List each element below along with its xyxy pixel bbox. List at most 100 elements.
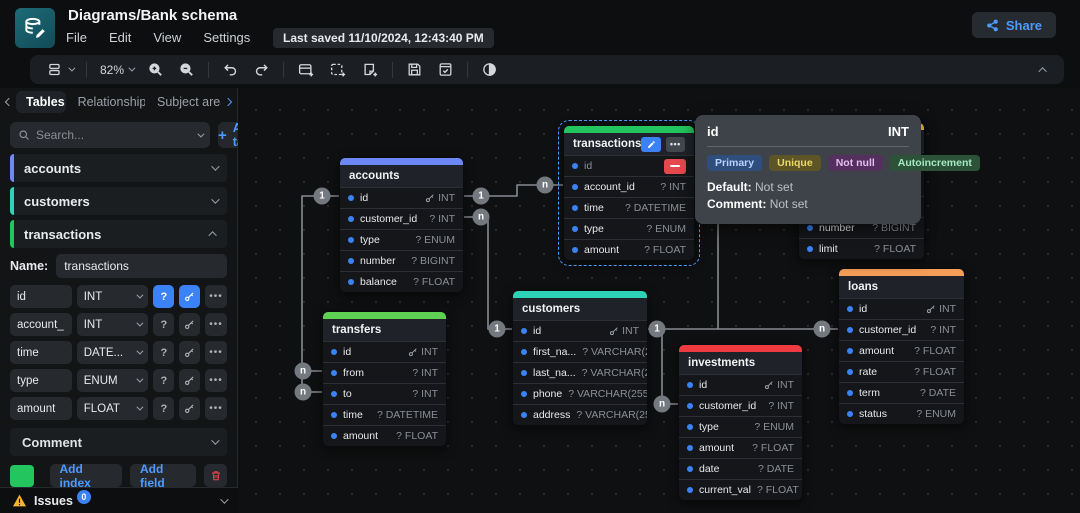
add-area-tool-button[interactable] bbox=[322, 58, 354, 82]
table-field-row[interactable]: idINT bbox=[340, 187, 463, 208]
table-field-row[interactable]: from? INT bbox=[323, 362, 446, 383]
primary-key-toggle[interactable] bbox=[179, 369, 200, 392]
table-field-row[interactable]: time? DATETIME bbox=[323, 404, 446, 425]
issues-bar[interactable]: Issues 0 bbox=[0, 487, 238, 513]
comment-section[interactable]: Comment bbox=[10, 428, 227, 456]
primary-key-toggle[interactable] bbox=[179, 341, 200, 364]
share-button[interactable]: Share bbox=[972, 12, 1056, 38]
field-name-input[interactable]: account_ bbox=[10, 313, 72, 336]
nullable-toggle[interactable]: ? bbox=[153, 369, 174, 392]
app-logo[interactable] bbox=[15, 8, 55, 48]
zoom-in-button[interactable] bbox=[140, 58, 171, 82]
diagram-list-button[interactable] bbox=[40, 58, 80, 82]
undo-button[interactable] bbox=[215, 58, 246, 82]
sidebar-item-accounts[interactable]: accounts bbox=[10, 154, 227, 182]
canvas-table-transfers[interactable]: transfersidINTfrom? INTto? INTtime? DATE… bbox=[322, 311, 447, 447]
table-field-row[interactable]: type? ENUM bbox=[564, 218, 694, 239]
table-field-row[interactable]: to? INT bbox=[323, 383, 446, 404]
menu-item-view[interactable]: View bbox=[153, 30, 181, 45]
nullable-toggle[interactable]: ? bbox=[153, 313, 174, 336]
add-field-button[interactable]: Add field bbox=[130, 464, 196, 487]
add-table-tool-button[interactable] bbox=[290, 58, 322, 82]
table-field-row[interactable]: term? DATE bbox=[839, 382, 964, 403]
search-box[interactable] bbox=[10, 122, 210, 148]
field-name-input[interactable]: time bbox=[10, 341, 72, 364]
delete-field-button[interactable] bbox=[664, 159, 686, 174]
menu-item-edit[interactable]: Edit bbox=[109, 30, 131, 45]
zoom-out-button[interactable] bbox=[171, 58, 202, 82]
chevron-left-icon[interactable] bbox=[5, 98, 13, 106]
table-field-row[interactable]: amount? FLOAT bbox=[564, 239, 694, 260]
zoom-level-button[interactable]: 82% bbox=[93, 58, 140, 82]
todo-list-button[interactable] bbox=[430, 58, 461, 82]
table-field-row[interactable]: amount? FLOAT bbox=[679, 437, 802, 458]
table-field-row[interactable]: idINT bbox=[679, 374, 802, 395]
canvas-table-loans[interactable]: loansidINTcustomer_id? INTamount? FLOATr… bbox=[838, 268, 965, 425]
relationship-line[interactable] bbox=[464, 217, 512, 329]
table-field-row[interactable]: type? ENUM bbox=[679, 416, 802, 437]
table-field-row[interactable]: limit? FLOAT bbox=[799, 238, 924, 259]
relationship-line[interactable] bbox=[662, 329, 678, 404]
table-field-row[interactable]: balance? FLOAT bbox=[340, 271, 463, 292]
menu-item-settings[interactable]: Settings bbox=[203, 30, 250, 45]
field-type-select[interactable]: INT bbox=[77, 313, 149, 336]
table-field-row[interactable]: address? VARCHAR(255) bbox=[513, 404, 647, 425]
field-name-input[interactable]: amount bbox=[10, 397, 72, 420]
tab-tables[interactable]: Tables bbox=[16, 91, 66, 113]
tab-relationships[interactable]: Relationships bbox=[68, 91, 145, 113]
primary-key-toggle[interactable] bbox=[179, 397, 200, 420]
table-color-swatch[interactable] bbox=[10, 465, 34, 487]
field-more-button[interactable]: ••• bbox=[205, 397, 227, 420]
table-field-row[interactable]: amount? FLOAT bbox=[839, 340, 964, 361]
table-field-row[interactable]: customer_id? INT bbox=[839, 319, 964, 340]
field-name-input[interactable]: type bbox=[10, 369, 72, 392]
search-input[interactable] bbox=[36, 128, 191, 142]
menu-item-file[interactable]: File bbox=[66, 30, 87, 45]
edit-table-button[interactable] bbox=[641, 137, 660, 152]
field-more-button[interactable]: ••• bbox=[205, 285, 227, 308]
field-type-select[interactable]: INT bbox=[77, 285, 149, 308]
sidebar-item-customers[interactable]: customers bbox=[10, 187, 227, 215]
table-field-row[interactable]: status? ENUM bbox=[839, 403, 964, 424]
field-more-button[interactable]: ••• bbox=[205, 313, 227, 336]
canvas-table-transactions[interactable]: transactions•••idaccount_id? INTtime? DA… bbox=[563, 125, 695, 261]
redo-button[interactable] bbox=[246, 58, 277, 82]
table-field-row[interactable]: customer_id? INT bbox=[679, 395, 802, 416]
table-field-row[interactable]: first_na...? VARCHAR(255) bbox=[513, 341, 647, 362]
primary-key-toggle[interactable] bbox=[179, 285, 200, 308]
add-note-tool-button[interactable] bbox=[354, 58, 386, 82]
tab-subject-areas[interactable]: Subject areas bbox=[147, 91, 221, 113]
collapse-toolbar-button[interactable] bbox=[1034, 58, 1054, 82]
table-name-input[interactable] bbox=[56, 254, 227, 278]
table-field-row[interactable]: idINT bbox=[513, 320, 647, 341]
theme-toggle-button[interactable] bbox=[474, 58, 505, 82]
table-field-row[interactable]: amount? FLOAT bbox=[323, 425, 446, 446]
table-field-row[interactable]: rate? FLOAT bbox=[839, 361, 964, 382]
table-field-row[interactable]: type? ENUM bbox=[340, 229, 463, 250]
save-button[interactable] bbox=[399, 58, 430, 82]
field-more-button[interactable]: ••• bbox=[205, 369, 227, 392]
table-field-row[interactable]: time? DATETIME bbox=[564, 197, 694, 218]
table-field-row[interactable]: id bbox=[564, 155, 694, 176]
canvas-table-customers[interactable]: customersidINTfirst_na...? VARCHAR(255)l… bbox=[512, 290, 648, 426]
table-field-row[interactable]: phone? VARCHAR(255) bbox=[513, 383, 647, 404]
table-field-row[interactable]: date? DATE bbox=[679, 458, 802, 479]
chevron-right-icon[interactable] bbox=[224, 98, 232, 106]
table-field-row[interactable]: last_na...? VARCHAR(255) bbox=[513, 362, 647, 383]
sidebar-item-transactions[interactable]: transactions bbox=[10, 220, 227, 248]
canvas-table-accounts[interactable]: accountsidINTcustomer_id? INTtype? ENUMn… bbox=[339, 157, 464, 293]
diagram-canvas[interactable]: accountsidINTcustomer_id? INTtype? ENUMn… bbox=[238, 88, 1080, 513]
nullable-toggle[interactable]: ? bbox=[153, 397, 174, 420]
field-more-button[interactable]: ••• bbox=[205, 341, 227, 364]
canvas-table-investments[interactable]: investmentsidINTcustomer_id? INTtype? EN… bbox=[678, 344, 803, 501]
table-field-row[interactable]: customer_id? INT bbox=[340, 208, 463, 229]
table-field-row[interactable]: current_val? FLOAT bbox=[679, 479, 802, 500]
table-field-row[interactable]: account_id? INT bbox=[564, 176, 694, 197]
add-index-button[interactable]: Add index bbox=[50, 464, 122, 487]
table-field-row[interactable]: number? BIGINT bbox=[340, 250, 463, 271]
field-type-select[interactable]: ENUM bbox=[77, 369, 149, 392]
nullable-toggle[interactable]: ? bbox=[153, 341, 174, 364]
table-field-row[interactable]: idINT bbox=[323, 341, 446, 362]
table-field-row[interactable]: idINT bbox=[839, 298, 964, 319]
field-type-select[interactable]: FLOAT bbox=[77, 397, 149, 420]
